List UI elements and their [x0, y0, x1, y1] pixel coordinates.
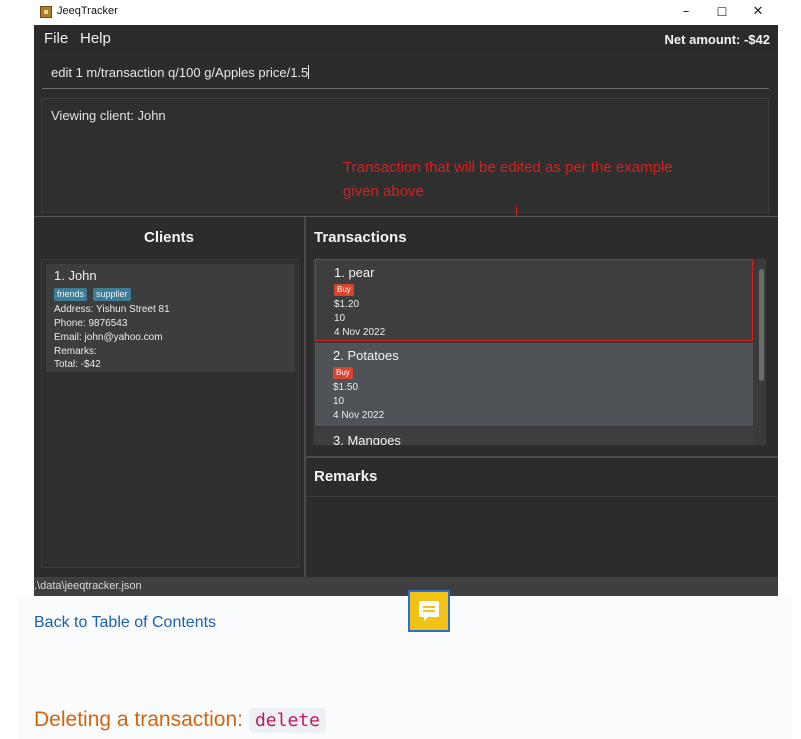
- transactions-title: Transactions: [314, 229, 407, 246]
- section-heading-text: Deleting a transaction:: [34, 708, 243, 731]
- transaction-name: 3. Mangoes: [333, 433, 401, 445]
- minimize-button[interactable]: –: [668, 2, 704, 22]
- menu-help[interactable]: Help: [80, 30, 111, 47]
- transaction-type-badge: Buy: [333, 367, 353, 379]
- result-text: Viewing client: John: [51, 108, 166, 123]
- remarks-title: Remarks: [314, 468, 378, 485]
- net-amount: Net amount: -$42: [664, 32, 770, 47]
- transactions-list[interactable]: 1. pear Buy $1.20 10 4 Nov 2022 2. Potat…: [313, 259, 766, 445]
- command-input[interactable]: edit 1 m/transaction q/100 g/Apples pric…: [42, 58, 769, 89]
- command-input-text[interactable]: edit 1 m/transaction q/100 g/Apples pric…: [51, 65, 310, 80]
- client-tag-friends: friends: [54, 288, 88, 301]
- window-title: JeeqTracker: [57, 5, 118, 17]
- client-name: 1. John: [54, 268, 97, 283]
- transaction-card-2[interactable]: 2. Potatoes Buy $1.50 10 4 Nov 2022: [315, 343, 753, 426]
- scrollbar-thumb[interactable]: [759, 269, 764, 381]
- client-card[interactable]: 1. John friends supplier Address: Yishun…: [46, 264, 295, 372]
- menu-file[interactable]: File: [44, 30, 68, 47]
- transaction-name: 1. pear: [334, 265, 375, 280]
- client-total: Total: -$42: [54, 359, 101, 370]
- transaction-quantity: 10: [334, 313, 346, 324]
- maximize-button[interactable]: ☐: [704, 2, 740, 22]
- client-phone: Phone: 9876543: [54, 318, 128, 329]
- section-code: delete: [248, 708, 326, 733]
- annotation-text: Transaction that will be edited as per t…: [343, 159, 673, 200]
- transaction-card-1[interactable]: 1. pear Buy $1.20 10 4 Nov 2022: [315, 259, 753, 341]
- comment-button[interactable]: [408, 590, 450, 632]
- transaction-type-badge: Buy: [334, 284, 354, 296]
- comment-icon: [419, 601, 439, 617]
- app-window: File Help Net amount: -$42 edit 1 m/tran…: [34, 25, 778, 596]
- status-bar: .\data\jeeqtracker.json: [34, 577, 778, 596]
- command-value: edit 1 m/transaction q/100 g/Apples pric…: [51, 65, 309, 80]
- clients-panel: Clients 1. John friends supplier Address…: [34, 217, 306, 577]
- text-caret: [308, 65, 310, 79]
- transaction-quantity: 10: [333, 396, 345, 407]
- transaction-price: $1.50: [333, 382, 359, 393]
- back-to-toc-link[interactable]: Back to Table of Contents: [34, 614, 216, 632]
- client-email: Email: john@yahoo.com: [54, 332, 163, 343]
- clients-list[interactable]: 1. John friends supplier Address: Yishun…: [41, 259, 299, 568]
- remarks-divider-line: [306, 496, 778, 497]
- transaction-name: 2. Potatoes: [333, 348, 399, 363]
- transaction-date: 4 Nov 2022: [333, 410, 385, 421]
- transactions-panel: Transactions 1. pear Buy $1.20 10 4 Nov …: [306, 217, 778, 577]
- client-tag-supplier: supplier: [93, 288, 131, 301]
- remarks-divider: [306, 456, 778, 458]
- client-address: Address: Yishun Street 81: [54, 304, 170, 315]
- comment-icon-tail: [424, 616, 429, 621]
- clients-title: Clients: [143, 229, 194, 246]
- transactions-scrollbar[interactable]: [757, 259, 766, 445]
- close-button[interactable]: ✕: [740, 2, 776, 22]
- transaction-date: 4 Nov 2022: [334, 327, 386, 338]
- section-heading: Deleting a transaction: delete: [34, 708, 326, 733]
- menu-bar: File Help Net amount: -$42: [34, 25, 778, 53]
- title-bar: JeeqTracker – ☐ ✕: [34, 0, 778, 25]
- transaction-price: $1.20: [334, 299, 360, 310]
- client-remarks: Remarks:: [54, 346, 97, 357]
- app-icon: [40, 6, 52, 18]
- transaction-card-3[interactable]: 3. Mangoes: [315, 428, 753, 445]
- data-file-path: .\data\jeeqtracker.json: [34, 580, 142, 592]
